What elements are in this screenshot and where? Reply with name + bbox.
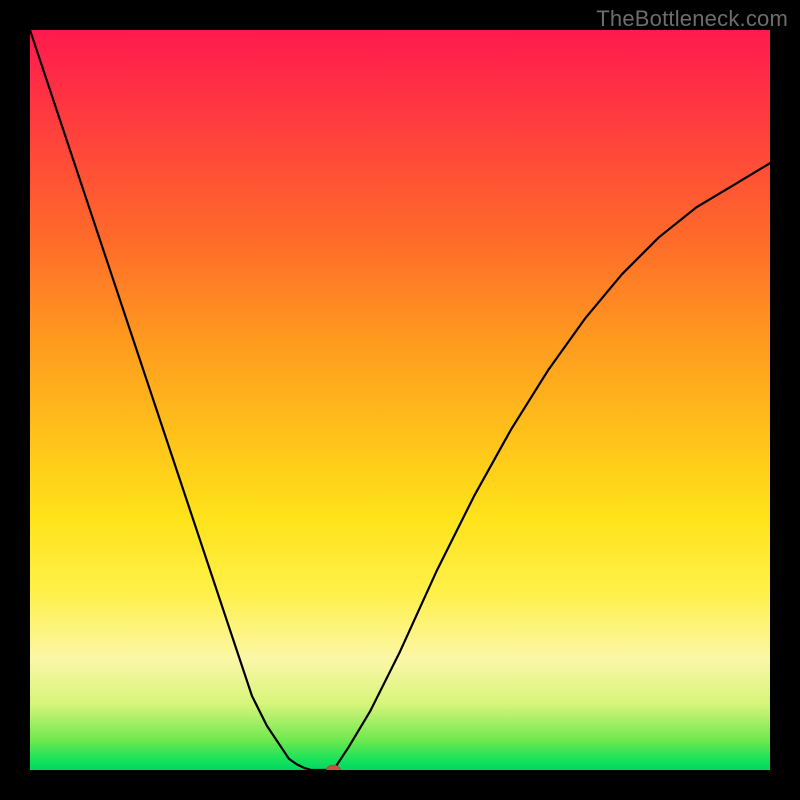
min-marker: [326, 765, 340, 770]
plot-area: [30, 30, 770, 770]
curve-layer: [30, 30, 770, 770]
bottleneck-curve: [30, 30, 770, 770]
chart-frame: TheBottleneck.com: [0, 0, 800, 800]
watermark-text: TheBottleneck.com: [596, 6, 788, 32]
